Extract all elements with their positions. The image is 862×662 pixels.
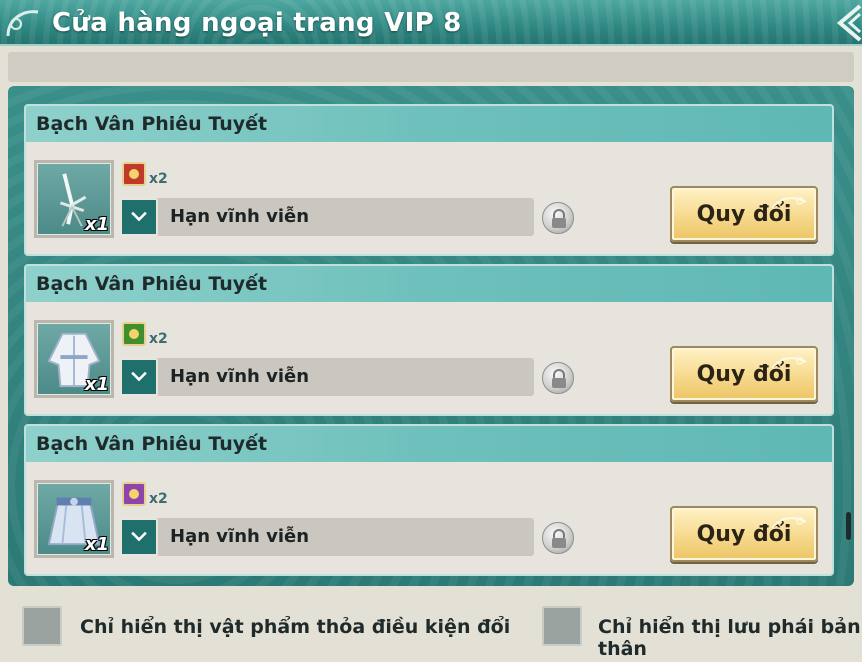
currency-book-icon	[122, 162, 146, 186]
item-quantity: x1	[84, 534, 109, 555]
item-quantity: x1	[84, 374, 109, 395]
swirl-ornament-icon	[771, 197, 807, 209]
item-quantity: x1	[84, 214, 109, 235]
exchange-button[interactable]: Quy đổi	[670, 186, 818, 242]
list-item: Bạch Vân Phiêu Tuyết x1 x2 Hạn vĩnh viễn…	[24, 424, 834, 576]
duration-dropdown[interactable]: Hạn vĩnh viễn	[120, 518, 534, 556]
exchange-button[interactable]: Quy đổi	[670, 346, 818, 402]
lock-icon	[542, 362, 574, 394]
item-thumbnail[interactable]: x1	[34, 320, 114, 398]
item-name: Bạch Vân Phiêu Tuyết	[36, 113, 268, 135]
cost-quantity: x2	[149, 491, 168, 507]
subheader-bar	[8, 52, 854, 82]
list-item: Bạch Vân Phiêu Tuyết x1 x2 Hạn vĩnh viễn…	[24, 264, 834, 416]
chevron-down-icon	[131, 211, 147, 222]
duration-dropdown[interactable]: Hạn vĩnh viễn	[120, 198, 534, 236]
item-name: Bạch Vân Phiêu Tuyết	[36, 433, 268, 455]
item-thumbnail[interactable]: x1	[34, 160, 114, 238]
dropdown-toggle[interactable]	[120, 358, 158, 396]
currency-book-icon	[122, 482, 146, 506]
window-title: Cửa hàng ngoại trang VIP 8	[52, 8, 462, 38]
cost-quantity: x2	[149, 171, 168, 187]
ornament-icon	[6, 10, 39, 37]
item-thumbnail[interactable]: x1	[34, 480, 114, 558]
lock-icon	[542, 202, 574, 234]
item-header: Bạch Vân Phiêu Tuyết	[26, 266, 832, 302]
title-bar: Cửa hàng ngoại trang VIP 8	[0, 0, 862, 46]
item-header: Bạch Vân Phiêu Tuyết	[26, 106, 832, 142]
duration-value: Hạn vĩnh viễn	[170, 206, 310, 227]
filter-eligible-checkbox[interactable]	[22, 606, 62, 646]
chevron-down-icon	[131, 371, 147, 382]
filter-own-sect-label: Chỉ hiển thị lưu phái bản thân	[598, 616, 861, 660]
close-icon[interactable]	[830, 4, 862, 42]
swirl-ornament-icon	[771, 517, 807, 529]
dropdown-toggle[interactable]	[120, 518, 158, 556]
swirl-ornament-icon	[771, 357, 807, 369]
duration-dropdown[interactable]: Hạn vĩnh viễn	[120, 358, 534, 396]
item-list[interactable]: Bạch Vân Phiêu Tuyết x1 x2 Hạn vĩnh viễn…	[8, 86, 854, 586]
chevron-down-icon	[131, 531, 147, 542]
list-item: Bạch Vân Phiêu Tuyết x1 x2 Hạn vĩnh viễn…	[24, 104, 834, 256]
scrollbar-thumb[interactable]	[846, 512, 851, 540]
item-name: Bạch Vân Phiêu Tuyết	[36, 273, 268, 295]
filter-eligible-label: Chỉ hiển thị vật phẩm thỏa điều kiện đổi	[80, 616, 511, 638]
currency-book-icon	[122, 322, 146, 346]
exchange-button[interactable]: Quy đổi	[670, 506, 818, 562]
footer: Chỉ hiển thị vật phẩm thỏa điều kiện đổi…	[0, 596, 862, 662]
dropdown-toggle[interactable]	[120, 198, 158, 236]
lock-icon	[542, 522, 574, 554]
shop-window: Cửa hàng ngoại trang VIP 8 Bạch Vân Phiê…	[0, 0, 862, 662]
filter-own-sect-checkbox[interactable]	[542, 606, 582, 646]
cost-quantity: x2	[149, 331, 168, 347]
duration-value: Hạn vĩnh viễn	[170, 366, 310, 387]
duration-value: Hạn vĩnh viễn	[170, 526, 310, 547]
item-header: Bạch Vân Phiêu Tuyết	[26, 426, 832, 462]
